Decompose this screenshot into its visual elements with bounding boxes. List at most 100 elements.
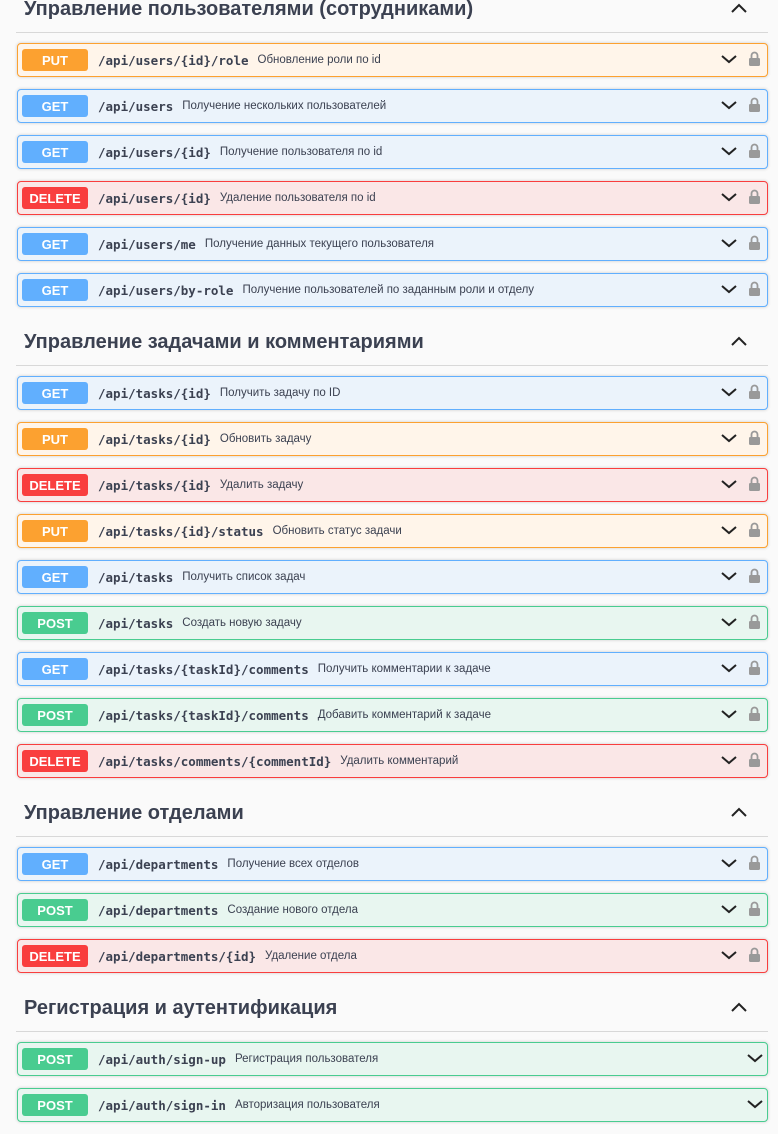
operation-summary: Получить задачу по ID (219, 387, 341, 399)
operation-row[interactable]: GET/api/tasks Получить список задач (17, 560, 768, 594)
operation-summary: Авторизация пользователя (234, 1099, 380, 1111)
chevron-down-icon[interactable] (721, 100, 737, 110)
chevron-down-icon[interactable] (721, 238, 737, 248)
chevron-down-icon[interactable] (721, 950, 737, 960)
operation-summary: Удаление отдела (265, 950, 357, 962)
api-section: Регистрация и аутентификация POST/api/aut… (0, 985, 778, 1122)
lock-icon[interactable] (748, 660, 761, 676)
section-header[interactable]: Регистрация и аутентификация (16, 985, 768, 1032)
method-badge: DELETE (22, 945, 88, 967)
operation-summary: Получение данных текущего пользователя (204, 238, 435, 250)
method-badge: PUT (22, 49, 88, 71)
chevron-down-icon[interactable] (721, 858, 737, 868)
chevron-down-icon[interactable] (747, 1099, 763, 1109)
operation-path: /api/tasks (98, 569, 174, 585)
operation-row[interactable]: POST/api/auth/sign-in Авторизация пользов… (17, 1088, 768, 1122)
operation-summary: Удалить задачу (219, 479, 304, 491)
operation-row[interactable]: GET/api/users Получение нескольких пользо… (17, 89, 768, 123)
operation-row[interactable]: DELETE/api/users/{id} Удаление пользовате… (17, 181, 768, 215)
method-badge: POST (22, 704, 88, 726)
operation-row[interactable]: PUT/api/tasks/{id} Обновить задачу (17, 422, 768, 456)
operation-path: /api/departments (98, 902, 219, 918)
lock-icon[interactable] (748, 752, 761, 768)
method-badge: POST (22, 612, 88, 634)
operations-list: GET/api/tasks/{id} Получить задачу по ID P… (0, 366, 778, 778)
chevron-down-icon[interactable] (721, 433, 737, 443)
operation-row[interactable]: DELETE/api/departments/{id} Удаление отде… (17, 939, 768, 973)
operation-row[interactable]: PUT/api/tasks/{id}/status Обновить статус… (17, 514, 768, 548)
chevron-down-icon[interactable] (721, 525, 737, 535)
lock-icon[interactable] (748, 706, 761, 722)
chevron-down-icon[interactable] (747, 1053, 763, 1063)
chevron-up-icon[interactable] (730, 1001, 748, 1013)
operation-row[interactable]: POST/api/tasks/{taskId}/comments Добавить… (17, 698, 768, 732)
chevron-down-icon[interactable] (721, 479, 737, 489)
operation-summary: Получение пользователя по id (219, 146, 383, 158)
operation-row[interactable]: PUT/api/users/{id}/role Обновление роли п… (17, 43, 768, 77)
chevron-down-icon[interactable] (721, 904, 737, 914)
chevron-down-icon[interactable] (721, 146, 737, 156)
lock-icon[interactable] (748, 51, 761, 67)
method-badge: GET (22, 566, 88, 588)
operation-summary: Получение пользователей по заданным роли… (242, 284, 535, 296)
method-badge: POST (22, 1048, 88, 1070)
operation-row[interactable]: GET/api/tasks/{taskId}/comments Получить … (17, 652, 768, 686)
chevron-down-icon[interactable] (721, 709, 737, 719)
api-section: Управление задачами и комментариями GET/a… (0, 319, 778, 778)
operation-summary: Получение всех отделов (227, 858, 359, 870)
chevron-down-icon[interactable] (721, 192, 737, 202)
operation-row[interactable]: GET/api/users/me Получение данных текущег… (17, 227, 768, 261)
chevron-up-icon[interactable] (730, 335, 748, 347)
lock-icon[interactable] (748, 97, 761, 113)
operation-row[interactable]: GET/api/users/{id} Получение пользователя… (17, 135, 768, 169)
operation-row[interactable]: DELETE/api/tasks/{id} Удалить задачу (17, 468, 768, 502)
lock-icon[interactable] (748, 384, 761, 400)
method-badge: GET (22, 233, 88, 255)
chevron-up-icon[interactable] (730, 806, 748, 818)
operation-path: /api/tasks/{taskId}/comments (98, 707, 309, 723)
operation-path: /api/departments/{id} (98, 948, 257, 964)
lock-icon[interactable] (748, 281, 761, 297)
method-badge: DELETE (22, 750, 88, 772)
section-title: Управление пользователями (сотрудниками) (24, 0, 474, 20)
operation-path: /api/users/me (98, 236, 196, 252)
chevron-down-icon[interactable] (721, 755, 737, 765)
swagger-operations-list: Управление пользователями (сотрудниками)… (0, 0, 778, 1134)
lock-icon[interactable] (748, 855, 761, 871)
operation-row[interactable]: POST/api/tasks Создать новую задачу (17, 606, 768, 640)
lock-icon[interactable] (748, 614, 761, 630)
operation-row[interactable]: GET/api/tasks/{id} Получить задачу по ID (17, 376, 768, 410)
lock-icon[interactable] (748, 901, 761, 917)
section-title: Регистрация и аутентификация (24, 996, 338, 1019)
lock-icon[interactable] (748, 143, 761, 159)
chevron-down-icon[interactable] (721, 284, 737, 294)
chevron-down-icon[interactable] (721, 387, 737, 397)
operation-summary: Получить комментарии к задаче (317, 663, 491, 675)
section-header[interactable]: Управление пользователями (сотрудниками) (16, 0, 768, 33)
operation-row[interactable]: GET/api/departments Получение всех отдело… (17, 847, 768, 881)
lock-icon[interactable] (748, 430, 761, 446)
chevron-down-icon[interactable] (721, 663, 737, 673)
operation-summary: Добавить комментарий к задаче (317, 709, 491, 721)
chevron-down-icon[interactable] (721, 54, 737, 64)
operation-row[interactable]: POST/api/departments Создание нового отде… (17, 893, 768, 927)
operation-row[interactable]: DELETE/api/tasks/comments/{commentId} Уда… (17, 744, 768, 778)
lock-icon[interactable] (748, 476, 761, 492)
lock-icon[interactable] (748, 235, 761, 251)
operation-path: /api/tasks (98, 615, 174, 631)
chevron-down-icon[interactable] (721, 617, 737, 627)
operation-summary: Обновление роли по id (257, 54, 381, 66)
operation-row[interactable]: POST/api/auth/sign-up Регистрация пользов… (17, 1042, 768, 1076)
method-badge: POST (22, 899, 88, 921)
operation-row[interactable]: GET/api/users/by-role Получение пользоват… (17, 273, 768, 307)
lock-icon[interactable] (748, 189, 761, 205)
lock-icon[interactable] (748, 568, 761, 584)
method-badge: GET (22, 95, 88, 117)
lock-icon[interactable] (748, 947, 761, 963)
lock-icon[interactable] (748, 522, 761, 538)
chevron-up-icon[interactable] (730, 2, 748, 14)
section-header[interactable]: Управление отделами (16, 790, 768, 837)
section-header[interactable]: Управление задачами и комментариями (16, 319, 768, 366)
method-badge: DELETE (22, 474, 88, 496)
chevron-down-icon[interactable] (721, 571, 737, 581)
